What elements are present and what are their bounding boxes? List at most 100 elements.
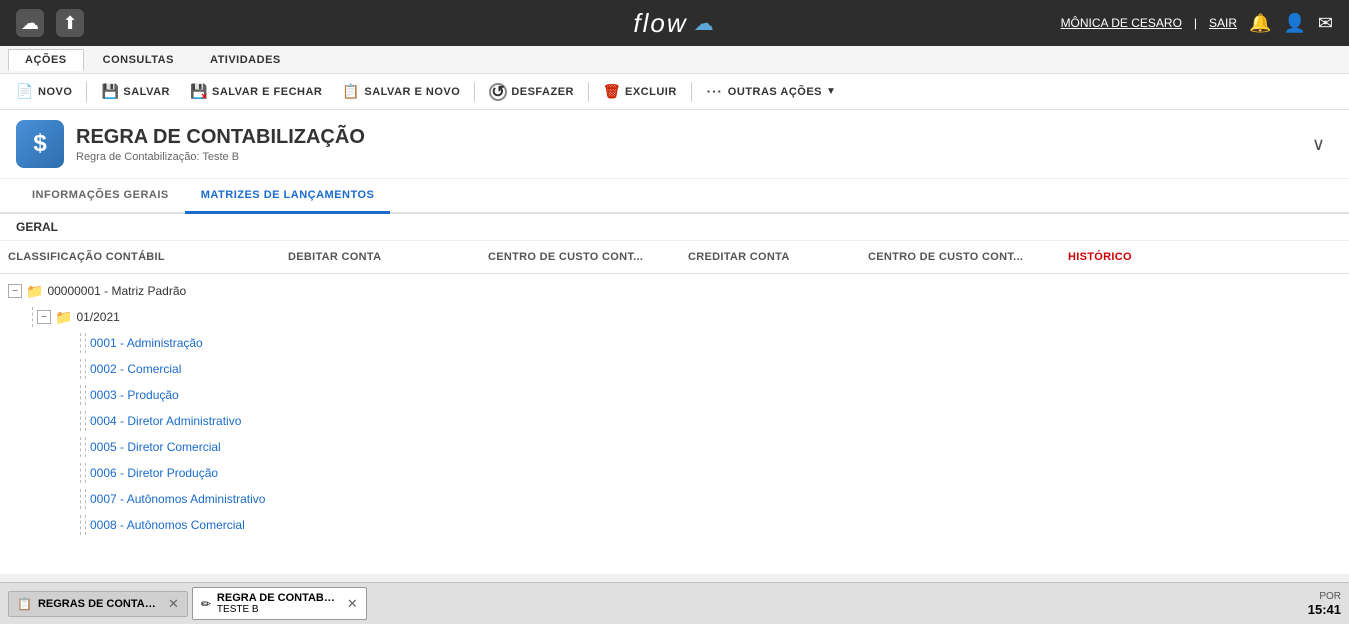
- page-icon-symbol: $: [33, 130, 46, 158]
- desfazer-button[interactable]: ↺ DESFAZER: [481, 79, 582, 105]
- list-item[interactable]: 0007 - Autônomos Administrativo: [0, 486, 1349, 512]
- tree-container: − 📁 00000001 - Matriz Padrão − 📁 01/2021…: [0, 274, 1349, 542]
- tree-line-v-6a: [80, 437, 81, 457]
- taskbar-item-testeb-close[interactable]: ✕: [347, 596, 358, 612]
- list-item[interactable]: 0001 - Administração: [0, 330, 1349, 356]
- novo-icon: 📄: [16, 83, 34, 101]
- folder-icon-0: 📁: [26, 283, 43, 300]
- taskbar-item-regras-label: REGRAS DE CONTABILIZ...: [38, 598, 158, 610]
- list-item[interactable]: 0002 - Comercial: [0, 356, 1349, 382]
- menu-atividades[interactable]: ATIVIDADES: [193, 49, 298, 71]
- col-creditar: CREDITAR CONTA: [680, 247, 860, 267]
- taskbar-item-testeb[interactable]: ✏ REGRA DE CONTABILI... TESTE B ✕: [192, 587, 367, 620]
- salvar-button[interactable]: 💾 SALVAR: [93, 79, 178, 105]
- tree-line-v-5b: [85, 411, 86, 431]
- cloud-upload-icon[interactable]: ☁: [16, 9, 44, 37]
- outras-acoes-button[interactable]: ··· OUTRAS AÇÕES ▼: [698, 79, 845, 105]
- tab-informacoes-gerais[interactable]: INFORMAÇÕES GERAIS: [16, 179, 185, 214]
- separator: |: [1194, 16, 1197, 30]
- list-item[interactable]: 0008 - Autônomos Comercial: [0, 512, 1349, 538]
- list-item[interactable]: 0006 - Diretor Produção: [0, 460, 1349, 486]
- menu-acoes[interactable]: AÇÕES: [8, 49, 84, 71]
- taskbar-time: 15:41: [1308, 602, 1341, 617]
- tree-line-v-7a: [80, 463, 81, 483]
- outras-acoes-dots-icon: ···: [706, 83, 724, 101]
- tree-line-v-2b: [85, 333, 86, 353]
- list-item[interactable]: − 📁 00000001 - Matriz Padrão: [0, 278, 1349, 304]
- section-header: GERAL: [0, 214, 1349, 241]
- tab-bar: INFORMAÇÕES GERAIS MATRIZES DE LANÇAMENT…: [0, 179, 1349, 214]
- salvar-icon: 💾: [101, 83, 119, 101]
- salvar-novo-icon: 📋: [342, 83, 360, 101]
- tree-label-9: 0008 - Autônomos Comercial: [90, 518, 245, 532]
- list-item[interactable]: 0004 - Diretor Administrativo: [0, 408, 1349, 434]
- tree-label-5: 0004 - Diretor Administrativo: [90, 414, 241, 428]
- tree-label-4: 0003 - Produção: [90, 388, 179, 402]
- logout-link[interactable]: SAIR: [1209, 16, 1237, 30]
- outras-acoes-chevron-icon: ▼: [826, 86, 836, 97]
- taskbar-item-regras-icon: 📋: [17, 597, 32, 611]
- menu-consultas[interactable]: CONSULTAS: [86, 49, 191, 71]
- taskbar-item-testeb-pencil-icon: ✏: [201, 597, 211, 611]
- taskbar-item-regras[interactable]: 📋 REGRAS DE CONTABILIZ... ✕: [8, 591, 188, 617]
- collapse-button[interactable]: ∨: [1304, 130, 1333, 159]
- taskbar-time-group: POR 15:41: [1308, 591, 1341, 617]
- novo-button[interactable]: 📄 NOVO: [8, 79, 80, 105]
- taskbar-item-testeb-label1: REGRA DE CONTABILI...: [217, 592, 337, 604]
- list-item[interactable]: − 📁 01/2021: [0, 304, 1349, 330]
- salvar-fechar-icon: 💾✕: [190, 83, 208, 101]
- taskbar-item-testeb-label2: TESTE B: [217, 604, 337, 615]
- tree-line-v-8b: [85, 489, 86, 509]
- user-avatar-icon[interactable]: 👤: [1283, 13, 1305, 34]
- menu-bar: AÇÕES CONSULTAS ATIVIDADES: [0, 46, 1349, 74]
- tree-label-6: 0005 - Diretor Comercial: [90, 440, 221, 454]
- tree-label-7: 0006 - Diretor Produção: [90, 466, 218, 480]
- col-custo-deb: CENTRO DE CUSTO CONT...: [480, 247, 680, 267]
- user-name-link[interactable]: MÔNICA DE CESARO: [1061, 16, 1182, 30]
- taskbar-item-regras-close[interactable]: ✕: [168, 596, 179, 612]
- excluir-button[interactable]: 🗑 EXCLUIR: [595, 79, 685, 105]
- salvar-novo-button[interactable]: 📋 SALVAR E NOVO: [334, 79, 468, 105]
- tree-line-v-9a: [80, 515, 81, 535]
- top-bar-left: ☁ ⬆: [16, 9, 84, 37]
- tree-label-8: 0007 - Autônomos Administrativo: [90, 492, 265, 506]
- separator-4: [691, 82, 692, 102]
- tree-toggle-0[interactable]: −: [8, 284, 22, 298]
- tree-toggle-1[interactable]: −: [37, 310, 51, 324]
- tree-line-v-1: [32, 307, 33, 327]
- tree-line-v-3a: [80, 359, 81, 379]
- col-debitar: DEBITAR CONTA: [280, 247, 480, 267]
- table-header: CLASSIFICAÇÃO CONTÁBIL DEBITAR CONTA CEN…: [0, 241, 1349, 274]
- list-item[interactable]: 0005 - Diretor Comercial: [0, 434, 1349, 460]
- app-logo: flow ☁: [633, 8, 715, 39]
- separator-1: [86, 82, 87, 102]
- page-header-left: $ REGRA DE CONTABILIZAÇÃO Regra de Conta…: [16, 120, 365, 168]
- logout-icon-btn[interactable]: ⬆: [56, 9, 84, 37]
- tree-line-v-4b: [85, 385, 86, 405]
- salvar-fechar-button[interactable]: 💾✕ SALVAR E FECHAR: [182, 79, 330, 105]
- novo-label: NOVO: [38, 86, 72, 98]
- col-classificacao: CLASSIFICAÇÃO CONTÁBIL: [0, 247, 280, 267]
- tree-line-v-8a: [80, 489, 81, 509]
- salvar-fechar-label: SALVAR E FECHAR: [212, 86, 322, 98]
- desfazer-label: DESFAZER: [511, 86, 574, 98]
- tree-line-v-5a: [80, 411, 81, 431]
- tree-line-v-4a: [80, 385, 81, 405]
- taskbar: 📋 REGRAS DE CONTABILIZ... ✕ ✏ REGRA DE C…: [0, 582, 1349, 624]
- tab-matrizes-lancamentos[interactable]: MATRIZES DE LANÇAMENTOS: [185, 179, 391, 214]
- list-item[interactable]: 0003 - Produção: [0, 382, 1349, 408]
- tree-line-v-2a: [80, 333, 81, 353]
- tree-line-v-6b: [85, 437, 86, 457]
- tree-line-v-3b: [85, 359, 86, 379]
- bell-icon[interactable]: 🔔: [1249, 13, 1271, 34]
- tree-line-v-9b: [85, 515, 86, 535]
- tree-label-0: 00000001 - Matriz Padrão: [47, 284, 186, 298]
- top-bar-right: MÔNICA DE CESARO | SAIR 🔔 👤 ✉: [1061, 13, 1333, 34]
- salvar-novo-label: SALVAR E NOVO: [364, 86, 460, 98]
- mail-icon[interactable]: ✉: [1318, 13, 1333, 34]
- page-icon: $: [16, 120, 64, 168]
- content-area: GERAL CLASSIFICAÇÃO CONTÁBIL DEBITAR CON…: [0, 214, 1349, 574]
- tree-label-1: 01/2021: [76, 310, 119, 324]
- page-subtitle: Regra de Contabilização: Teste B: [76, 151, 365, 163]
- separator-3: [588, 82, 589, 102]
